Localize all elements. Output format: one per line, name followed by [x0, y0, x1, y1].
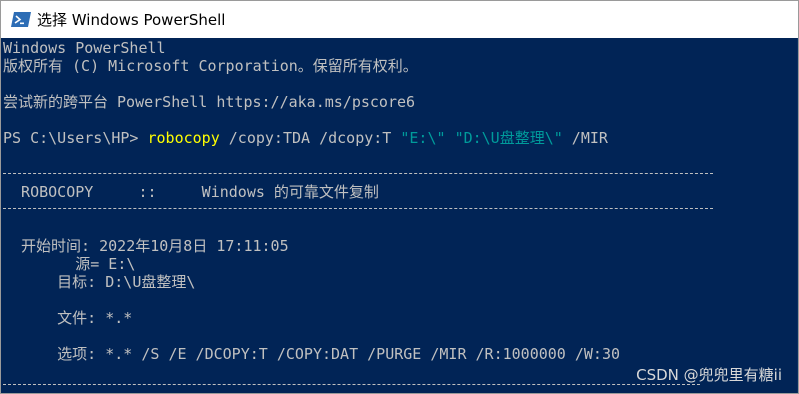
command-name: robocopy	[147, 129, 220, 147]
command-source-arg: "E:\"	[400, 129, 446, 147]
powershell-icon	[11, 12, 31, 27]
banner-line-3: 尝试新的跨平台 PowerShell https://aka.ms/pscore…	[3, 93, 416, 111]
scrollbar-edge	[797, 38, 798, 393]
command-destination-arg: "D:\U盘整理\"	[454, 129, 563, 147]
command-line: PS C:\Users\HP> robocopy /copy:TDA /dcop…	[3, 129, 608, 147]
source-line: 源= E:\	[3, 255, 136, 273]
banner-line-1: Windows PowerShell	[3, 39, 166, 57]
files-line: 文件: *.*	[3, 309, 133, 327]
command-space	[446, 129, 455, 147]
divider-middle	[3, 208, 713, 209]
divider-bottom	[3, 384, 700, 385]
watermark: CSDN @兜兜里有糖ii	[636, 366, 782, 384]
options-line: 选项: *.* /S /E /DCOPY:T /COPY:DAT /PURGE …	[3, 345, 620, 363]
divider-top	[3, 173, 713, 174]
powershell-window: 选择 Windows PowerShell Windows PowerShell…	[0, 0, 799, 394]
robocopy-header: ROBOCOPY :: Windows 的可靠文件复制	[3, 183, 379, 201]
title-bar[interactable]: 选择 Windows PowerShell	[1, 1, 798, 38]
command-args-2: /MIR	[562, 129, 608, 147]
prompt: PS C:\Users\HP>	[3, 129, 148, 147]
start-time-line: 开始时间: 2022年10月8日 17:11:05	[3, 237, 289, 255]
console-output[interactable]: Windows PowerShell 版权所有 (C) Microsoft Co…	[1, 38, 798, 393]
banner-line-2: 版权所有 (C) Microsoft Corporation。保留所有权利。	[3, 57, 418, 75]
window-title: 选择 Windows PowerShell	[37, 11, 226, 29]
target-line: 目标: D:\U盘整理\	[3, 273, 196, 291]
command-args-1: /copy:TDA /dcopy:T	[219, 129, 401, 147]
